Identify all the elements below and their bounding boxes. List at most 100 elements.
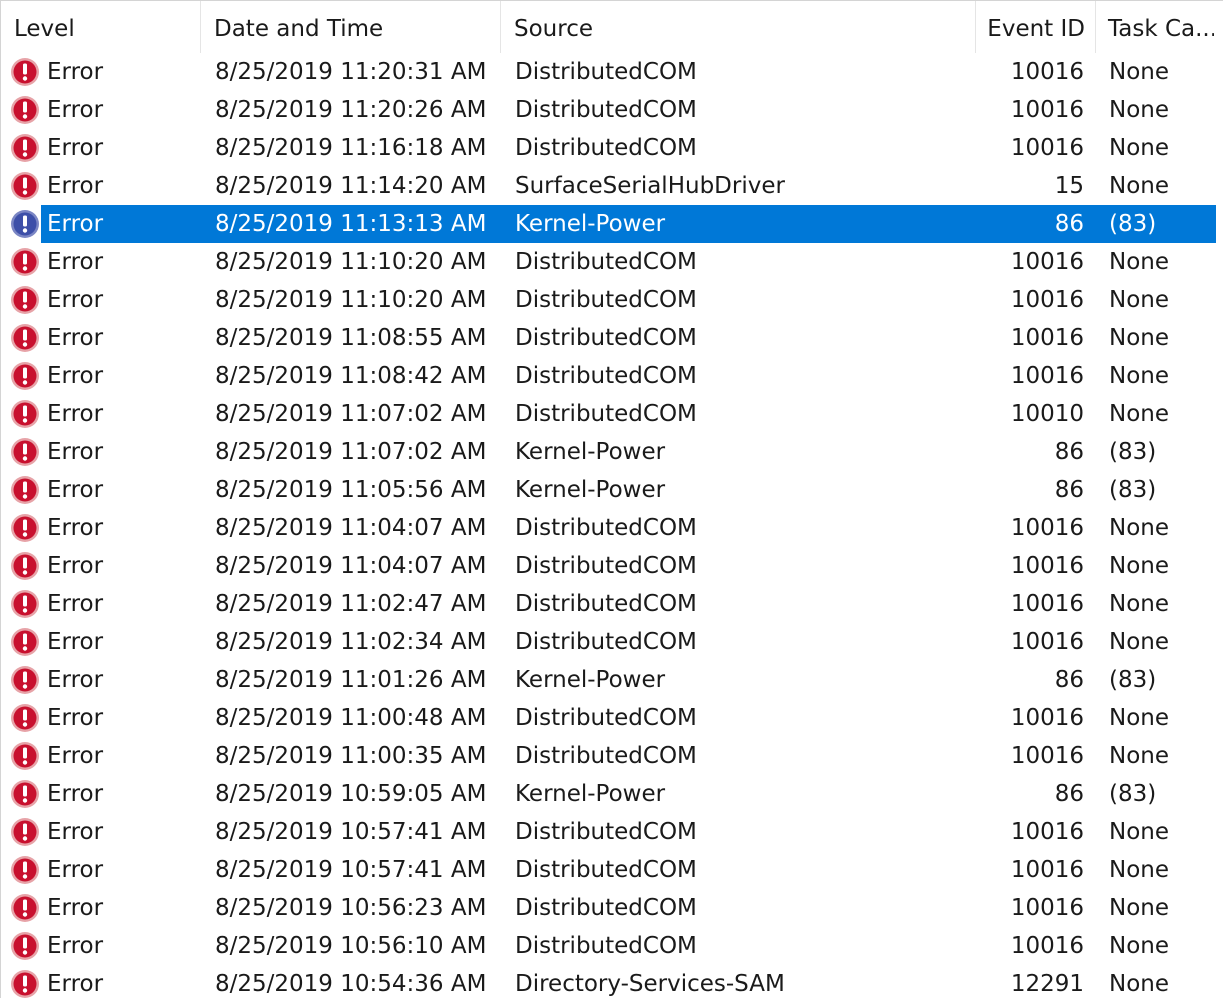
task-category-cell: (83) (1109, 439, 1157, 465)
event-id-cell: 10016 (1010, 553, 1084, 579)
level-cell: Error (47, 971, 104, 997)
table-row[interactable]: Error 8/25/2019 10:54:36 AM Directory-Serv… (1, 965, 1216, 1003)
table-row[interactable]: Error 8/25/2019 11:13:13 AM Kernel-Power 86… (1, 205, 1216, 243)
column-header-date-time[interactable]: Date and Time (201, 1, 501, 53)
date-time-cell: 8/25/2019 11:01:26 AM (215, 667, 487, 693)
date-time-cell: 8/25/2019 10:59:05 AM (215, 781, 487, 807)
event-id-cell: 10016 (1010, 743, 1084, 769)
date-time-cell: 8/25/2019 11:07:02 AM (215, 439, 487, 465)
task-category-cell: None (1109, 515, 1170, 541)
date-time-cell: 8/25/2019 10:57:41 AM (215, 819, 487, 845)
column-header-level[interactable]: Level (1, 1, 201, 53)
table-row[interactable]: Error 8/25/2019 10:56:10 AM DistributedCOM… (1, 927, 1216, 965)
date-time-cell: 8/25/2019 11:16:18 AM (215, 135, 487, 161)
table-row[interactable]: Error 8/25/2019 11:04:07 AM DistributedCOM… (1, 547, 1216, 585)
date-time-cell: 8/25/2019 11:02:47 AM (215, 591, 487, 617)
event-id-cell: 15 (1054, 173, 1084, 199)
error-icon (10, 965, 42, 1003)
source-cell: DistributedCOM (515, 249, 697, 275)
event-id-cell: 86 (1054, 477, 1084, 503)
date-time-cell: 8/25/2019 11:20:31 AM (215, 59, 487, 85)
table-row[interactable]: Error 8/25/2019 11:16:18 AM DistributedCOM… (1, 129, 1216, 167)
task-category-cell: None (1109, 363, 1170, 389)
date-time-cell: 8/25/2019 11:07:02 AM (215, 401, 487, 427)
source-cell: DistributedCOM (515, 591, 697, 617)
table-row[interactable]: Error 8/25/2019 10:56:23 AM DistributedCOM… (1, 889, 1216, 927)
task-category-cell: None (1109, 249, 1170, 275)
task-category-cell: (83) (1109, 477, 1157, 503)
date-time-cell: 8/25/2019 11:00:35 AM (215, 743, 487, 769)
level-cell: Error (47, 933, 104, 959)
task-category-cell: None (1109, 287, 1170, 313)
table-row[interactable]: Error 8/25/2019 11:02:47 AM DistributedCOM… (1, 585, 1216, 623)
task-category-cell: None (1109, 857, 1170, 883)
event-id-cell: 10016 (1010, 629, 1084, 655)
level-cell: Error (47, 781, 104, 807)
source-cell: DistributedCOM (515, 895, 697, 921)
level-cell: Error (47, 59, 104, 85)
event-id-cell: 10016 (1010, 287, 1084, 313)
event-id-cell: 10016 (1010, 325, 1084, 351)
task-category-cell: None (1109, 971, 1170, 997)
date-time-cell: 8/25/2019 11:00:48 AM (215, 705, 487, 731)
error-icon (10, 53, 42, 91)
event-id-cell: 10016 (1010, 591, 1084, 617)
event-id-cell: 10016 (1010, 135, 1084, 161)
column-header-source[interactable]: Source (501, 1, 976, 53)
task-category-cell: None (1109, 325, 1170, 351)
error-icon (10, 851, 42, 889)
event-id-cell: 10010 (1010, 401, 1084, 427)
level-cell: Error (47, 819, 104, 845)
table-row[interactable]: Error 8/25/2019 11:01:26 AM Kernel-Power 86… (1, 661, 1216, 699)
table-row[interactable]: Error 8/25/2019 11:10:20 AM DistributedCOM… (1, 243, 1216, 281)
source-cell: DistributedCOM (515, 819, 697, 845)
task-category-cell: None (1109, 401, 1170, 427)
table-row[interactable]: Error 8/25/2019 10:57:41 AM DistributedCOM… (1, 813, 1216, 851)
table-row[interactable]: Error 8/25/2019 11:02:34 AM DistributedCOM… (1, 623, 1216, 661)
table-row[interactable]: Error 8/25/2019 11:14:20 AM SurfaceSerialH… (1, 167, 1216, 205)
error-icon (10, 167, 42, 205)
level-cell: Error (47, 401, 104, 427)
table-row[interactable]: Error 8/25/2019 11:04:07 AM DistributedCOM… (1, 509, 1216, 547)
error-icon (10, 585, 42, 623)
level-cell: Error (47, 629, 104, 655)
table-row[interactable]: Error 8/25/2019 10:57:41 AM DistributedCOM… (1, 851, 1216, 889)
event-id-cell: 10016 (1010, 59, 1084, 85)
event-id-cell: 10016 (1010, 857, 1084, 883)
error-icon (10, 243, 42, 281)
task-category-cell: None (1109, 173, 1170, 199)
source-cell: Kernel-Power (515, 439, 666, 465)
level-cell: Error (47, 211, 104, 237)
table-row[interactable]: Error 8/25/2019 11:07:02 AM DistributedCOM… (1, 395, 1216, 433)
event-id-cell: 10016 (1010, 97, 1084, 123)
error-icon (10, 395, 42, 433)
task-category-cell: None (1109, 97, 1170, 123)
column-header-event-id[interactable]: Event ID (976, 1, 1096, 53)
event-list[interactable]: Level Date and Time Source Event ID Task… (0, 0, 1223, 998)
table-row[interactable]: Error 8/25/2019 11:10:20 AM DistributedCOM… (1, 281, 1216, 319)
event-id-cell: 10016 (1010, 363, 1084, 389)
table-row[interactable]: Error 8/25/2019 11:08:55 AM DistributedCOM… (1, 319, 1216, 357)
table-row[interactable]: Error 8/25/2019 11:00:48 AM DistributedCOM… (1, 699, 1216, 737)
table-row[interactable]: Error 8/25/2019 11:08:42 AM DistributedCOM… (1, 357, 1216, 395)
date-time-cell: 8/25/2019 11:04:07 AM (215, 553, 487, 579)
source-cell: DistributedCOM (515, 363, 697, 389)
error-icon (10, 889, 42, 927)
level-cell: Error (47, 743, 104, 769)
error-icon (10, 357, 42, 395)
table-row[interactable]: Error 8/25/2019 11:00:35 AM DistributedCOM… (1, 737, 1216, 775)
table-row[interactable]: Error 8/25/2019 11:05:56 AM Kernel-Power 86… (1, 471, 1216, 509)
date-time-cell: 8/25/2019 10:57:41 AM (215, 857, 487, 883)
event-id-cell: 10016 (1010, 705, 1084, 731)
source-cell: DistributedCOM (515, 401, 697, 427)
source-cell: DistributedCOM (515, 553, 697, 579)
column-header-task-category[interactable]: Task Ca... (1096, 1, 1214, 53)
table-row[interactable]: Error 8/25/2019 11:20:26 AM DistributedCOM… (1, 91, 1216, 129)
table-row[interactable]: Error 8/25/2019 11:20:31 AM DistributedCOM… (1, 53, 1216, 91)
level-cell: Error (47, 477, 104, 503)
task-category-cell: None (1109, 591, 1170, 617)
table-row[interactable]: Error 8/25/2019 10:59:05 AM Kernel-Power 86… (1, 775, 1216, 813)
table-row[interactable]: Error 8/25/2019 11:07:02 AM Kernel-Power 86… (1, 433, 1216, 471)
date-time-cell: 8/25/2019 11:04:07 AM (215, 515, 487, 541)
date-time-cell: 8/25/2019 11:13:13 AM (215, 211, 487, 237)
